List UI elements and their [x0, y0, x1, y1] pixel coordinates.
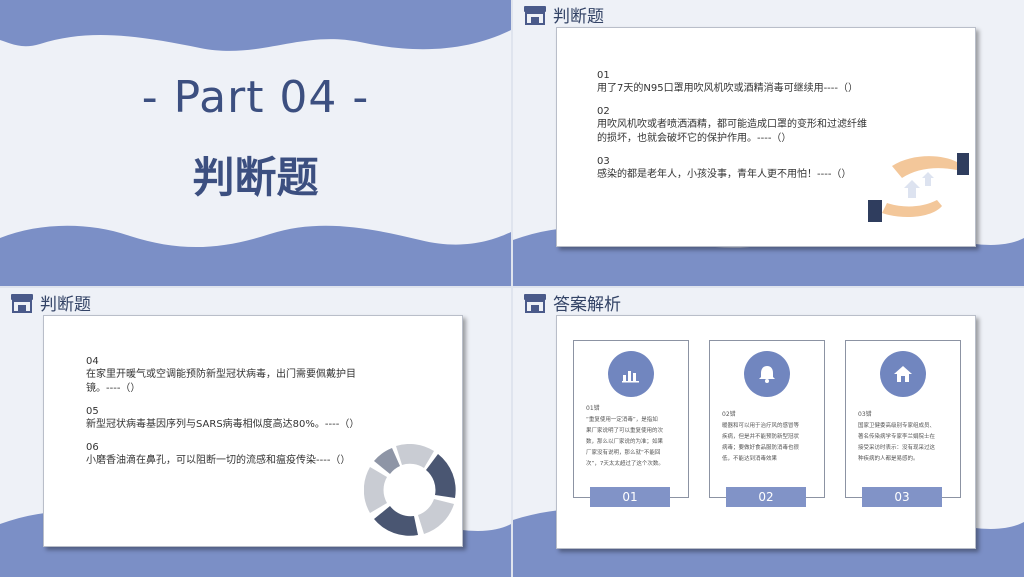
- question-text: 在家里开暖气或空调能预防新型冠状病毒，出门需要佩戴护目: [86, 369, 356, 380]
- answer-label: 03错: [858, 411, 872, 418]
- slide-questions-2: 判断题 04 在家里开暖气或空调能预防新型冠状病毒，出门需要佩戴护目 镜。---…: [0, 288, 511, 577]
- shop-icon: [524, 5, 546, 25]
- question-text-cont: 的损坏，也就会破坏它的保护作用。----（）: [597, 133, 792, 144]
- slide-answers: 答案解析 01错 “重复使用一定消毒”，是指如 果厂家说明了可以重复使用的次 数…: [513, 288, 1024, 577]
- question-number: 01: [597, 70, 610, 81]
- wave-background: [0, 0, 511, 286]
- header-title: 判断题: [553, 7, 604, 27]
- header-title: 判断题: [40, 295, 91, 315]
- slide-header: 判断题: [10, 290, 91, 315]
- question-text: 用了7天的N95口罩用吹风机吹或酒精消毒可继续用----（）: [597, 83, 859, 94]
- question-text: 新型冠状病毒基因序列与SARS病毒相似度高达80%。----（）: [86, 419, 360, 430]
- question-number: 03: [597, 156, 610, 167]
- question-number: 05: [86, 406, 99, 417]
- slide-header: 判断题: [523, 2, 604, 27]
- answer-text: 国家卫健委高级别专家组成员、 著名传染病学专家李兰娟院士在 接受采访时表示：没有…: [858, 423, 936, 462]
- question-text: 感染的都是老年人，小孩没事，青年人更不用怕！----（）: [597, 169, 852, 180]
- part-label: - Part 04 -: [141, 72, 370, 123]
- cycle-diagram-icon: [364, 444, 456, 536]
- shop-icon: [524, 293, 546, 313]
- question-text: 小磨香油滴在鼻孔，可以阻断一切的流感和瘟疫传染----（）: [86, 455, 351, 466]
- answer-label: 01错: [586, 405, 600, 412]
- bar-chart-icon: [608, 351, 654, 397]
- slide-header: 答案解析: [523, 290, 621, 315]
- question-number: 02: [597, 106, 610, 117]
- answer-text: 暖器和可以用于治疗风的感冒等 疾病，但是并不能预防新型冠状 病毒；要做好食品服防…: [722, 423, 800, 462]
- answer-button-01: 01: [590, 487, 670, 507]
- question-card: 01 用了7天的N95口罩用吹风机吹或酒精消毒可继续用----（） 02 用吹风…: [556, 27, 976, 247]
- answer-card: 01错 “重复使用一定消毒”，是指如 果厂家说明了可以重复使用的次 数，那么以厂…: [556, 315, 976, 549]
- question-card: 04 在家里开暖气或空调能预防新型冠状病毒，出门需要佩戴护目 镜。----（） …: [43, 315, 463, 547]
- home-icon: [880, 351, 926, 397]
- shop-icon: [11, 293, 33, 313]
- question-list: 01 用了7天的N95口罩用吹风机吹或酒精消毒可继续用----（） 02 用吹风…: [597, 70, 867, 182]
- answer-column: 03错 国家卫健委高级别专家组成员、 著名传染病学专家李兰娟院士在 接受采访时表…: [845, 340, 961, 498]
- header-title: 答案解析: [553, 295, 621, 315]
- question-number: 06: [86, 442, 99, 453]
- slide-questions-1: 判断题 01 用了7天的N95口罩用吹风机吹或酒精消毒可继续用----（） 02…: [513, 0, 1024, 286]
- question-list: 04 在家里开暖气或空调能预防新型冠状病毒，出门需要佩戴护目 镜。----（） …: [86, 356, 359, 468]
- answer-column: 02错 暖器和可以用于治疗风的感冒等 疾病，但是并不能预防新型冠状 病毒；要做好…: [709, 340, 825, 498]
- answer-button-03: 03: [862, 487, 942, 507]
- answer-button-02: 02: [726, 487, 806, 507]
- slide-title-text: 判断题: [192, 153, 319, 202]
- answer-label: 02错: [722, 411, 736, 418]
- answer-text: “重复使用一定消毒”，是指如 果厂家说明了可以重复使用的次 数，那么以厂家说的为…: [586, 417, 664, 467]
- question-text-cont: 镜。----（）: [86, 383, 141, 394]
- hands-icon: [868, 153, 969, 222]
- bell-icon: [744, 351, 790, 397]
- question-number: 04: [86, 356, 99, 367]
- question-text: 用吹风机吹或者喷洒酒精，都可能造成口罩的变形和过滤纤维: [597, 119, 867, 130]
- slide-title: - Part 04 - 判断题: [0, 0, 511, 286]
- answer-column: 01错 “重复使用一定消毒”，是指如 果厂家说明了可以重复使用的次 数，那么以厂…: [573, 340, 689, 498]
